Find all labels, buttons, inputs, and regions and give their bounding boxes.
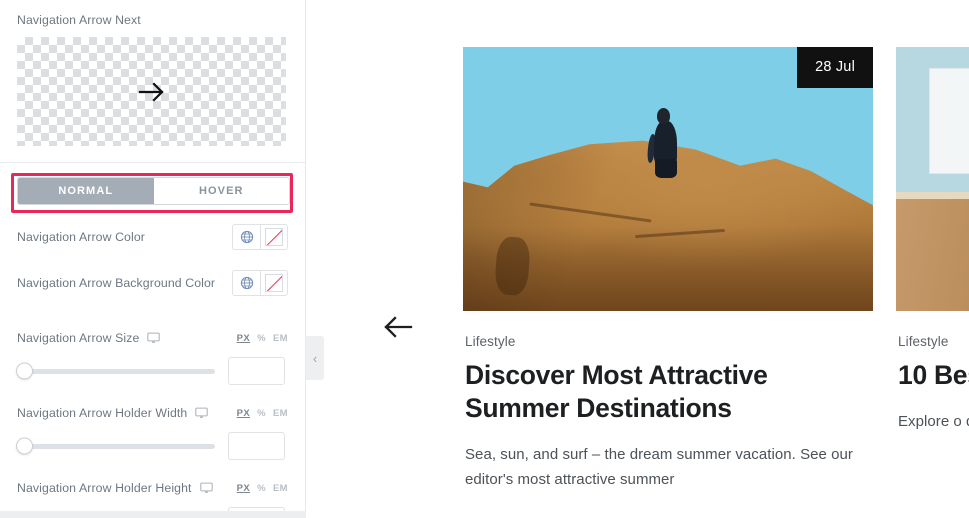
- navigation-arrow-holder-height-control: Navigation Arrow Holder Height PX % EM: [0, 480, 305, 511]
- navigation-arrow-size-slider[interactable]: [16, 362, 215, 380]
- figure-head: [657, 107, 671, 125]
- desktop-icon[interactable]: [195, 407, 209, 419]
- post-card[interactable]: 28 Jul Lifestyle Discover Most Attractiv…: [463, 47, 873, 492]
- globe-icon: [240, 276, 253, 290]
- settings-panel: Navigation Arrow Next NORMAL HOVER Navig…: [0, 0, 306, 511]
- post-title[interactable]: 10 Best Ideas: [898, 359, 969, 392]
- unit-percent[interactable]: %: [257, 483, 266, 494]
- globe-icon-button[interactable]: [232, 224, 260, 250]
- figure-torso: [653, 120, 677, 164]
- tab-normal-label: NORMAL: [58, 185, 114, 197]
- navigation-arrow-holder-height-units: PX % EM: [237, 483, 288, 494]
- unit-em[interactable]: EM: [273, 408, 288, 419]
- navigation-arrow-background-color-picker: [232, 270, 288, 296]
- navigation-arrow-next-label: Navigation Arrow Next: [17, 13, 141, 27]
- state-tabs-wrap: NORMAL HOVER: [0, 163, 305, 205]
- arrow-right-icon: [138, 81, 164, 102]
- unit-px[interactable]: PX: [237, 333, 250, 344]
- post-title[interactable]: Discover Most Attractive Summer Destinat…: [465, 359, 871, 425]
- post-card[interactable]: Lifestyle 10 Best Ideas Explore o decora…: [896, 47, 969, 434]
- panel-collapse-handle[interactable]: ‹: [306, 336, 324, 380]
- navigation-arrow-holder-width-slider[interactable]: [16, 437, 215, 455]
- navigation-arrow-color-picker: [232, 224, 288, 250]
- post-card-body: Lifestyle 10 Best Ideas Explore o decora…: [896, 311, 969, 434]
- desktop-icon[interactable]: [147, 332, 161, 344]
- navigation-arrow-color-label: Navigation Arrow Color: [17, 229, 145, 244]
- slider-track: [17, 368, 215, 374]
- navigation-arrow-size-input[interactable]: [228, 357, 285, 385]
- navigation-arrow-background-color-label: Navigation Arrow Background Color: [17, 275, 216, 290]
- transparent-swatch-icon: [265, 274, 283, 292]
- slider-thumb[interactable]: [16, 362, 33, 380]
- navigation-arrow-background-color-row: Navigation Arrow Background Color: [0, 269, 305, 297]
- navigation-arrow-next-preview[interactable]: [17, 37, 286, 146]
- color-swatch-button[interactable]: [260, 270, 288, 296]
- unit-px[interactable]: PX: [237, 483, 250, 494]
- wall-frame: [928, 68, 969, 174]
- chevron-left-icon: ‹: [312, 350, 318, 366]
- slider-thumb[interactable]: [16, 437, 33, 455]
- post-category[interactable]: Lifestyle: [465, 333, 871, 350]
- navigation-arrow-color-row: Navigation Arrow Color: [0, 223, 305, 251]
- navigation-arrow-holder-width-units: PX % EM: [237, 408, 288, 419]
- post-excerpt: Explore o decoratio: [898, 413, 969, 430]
- navigation-arrow-holder-width-input[interactable]: [228, 432, 285, 460]
- unit-px[interactable]: PX: [237, 408, 250, 419]
- preview-canvas: 28 Jul Lifestyle Discover Most Attractiv…: [306, 0, 969, 518]
- post-card-body: Lifestyle Discover Most Attractive Summe…: [463, 311, 873, 492]
- figure-legs: [654, 159, 677, 178]
- panel-footer-strip: [0, 511, 306, 518]
- navigation-arrow-holder-height-label: Navigation Arrow Holder Height: [17, 480, 192, 495]
- navigation-arrow-size-label: Navigation Arrow Size: [17, 330, 140, 345]
- wood-panel: [896, 198, 969, 311]
- arrow-left-icon: [384, 316, 413, 338]
- navigation-arrow-holder-width-label: Navigation Arrow Holder Width: [17, 405, 188, 420]
- navigation-arrow-next-control: Navigation Arrow Next: [0, 0, 305, 146]
- post-card-image[interactable]: 28 Jul: [463, 47, 873, 311]
- slider-track: [17, 443, 215, 449]
- unit-em[interactable]: EM: [273, 483, 288, 494]
- post-category[interactable]: Lifestyle: [898, 333, 969, 350]
- screen-root: Navigation Arrow Next NORMAL HOVER Navig…: [0, 0, 969, 518]
- transparent-swatch-icon: [265, 228, 283, 246]
- navigation-arrow-holder-width-control: Navigation Arrow Holder Width PX % EM: [0, 405, 305, 460]
- tab-normal[interactable]: NORMAL: [18, 178, 154, 204]
- navigation-arrow-size-control: Navigation Arrow Size PX % EM: [0, 330, 305, 385]
- state-tabs: NORMAL HOVER: [17, 177, 290, 205]
- carousel-prev-button[interactable]: [378, 310, 418, 344]
- tab-hover-label: HOVER: [198, 185, 244, 197]
- unit-em[interactable]: EM: [273, 333, 288, 344]
- navigation-arrow-size-units: PX % EM: [237, 333, 288, 344]
- post-date-badge: 28 Jul: [797, 47, 873, 88]
- globe-icon-button[interactable]: [232, 270, 260, 296]
- photo-interior-decoration: [896, 47, 969, 311]
- tab-hover[interactable]: HOVER: [153, 178, 289, 204]
- unit-percent[interactable]: %: [257, 408, 266, 419]
- globe-icon: [240, 230, 253, 244]
- unit-percent[interactable]: %: [257, 333, 266, 344]
- desktop-icon[interactable]: [199, 482, 213, 494]
- color-swatch-button[interactable]: [260, 224, 288, 250]
- post-excerpt: Sea, sun, and surf – the dream summer va…: [465, 446, 853, 488]
- post-card-image[interactable]: [896, 47, 969, 311]
